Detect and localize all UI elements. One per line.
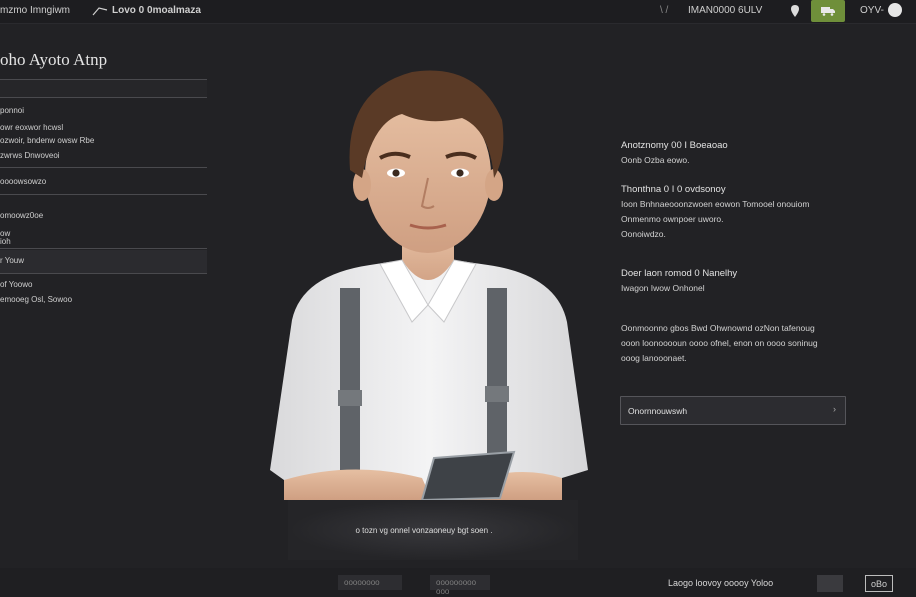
footer-chip-1[interactable]: oooooooo xyxy=(338,575,402,590)
sidebar-item[interactable]: ozwoir, bndenw owsw Rbe xyxy=(0,136,94,145)
sidebar-item[interactable]: omoowz0oe xyxy=(0,211,43,220)
search-input[interactable] xyxy=(0,80,207,97)
section-text: ooon loonooooun oooo ofnel, enon on oooo… xyxy=(621,338,818,348)
breadcrumb-separator: \ / xyxy=(660,5,669,16)
sidebar-item[interactable]: oooowsowzo xyxy=(0,177,46,186)
pin-icon[interactable] xyxy=(789,4,801,18)
section-heading: Anotznomy 00 I Boeaoao xyxy=(621,140,728,151)
left-selected-row[interactable] xyxy=(0,250,207,273)
section-text: Oonb Ozba eowo. xyxy=(621,155,690,165)
section-text: ooog lanooonaet. xyxy=(621,353,687,363)
section-heading: Thonthna 0 I 0 ovdsonoy xyxy=(621,184,726,195)
sidebar-item[interactable]: zwrws Dnwoveoi xyxy=(0,151,60,160)
divider xyxy=(0,248,207,249)
section-text: Onmenmo ownpoer uworo. xyxy=(621,214,724,224)
sidebar-item[interactable]: owr eoxwor hcwsl xyxy=(0,123,63,132)
sidebar-item[interactable]: of Yoowo xyxy=(0,280,32,289)
divider xyxy=(0,97,207,98)
page-title: oho Ayoto Atnp xyxy=(0,50,108,69)
breadcrumb[interactable]: Lovo 0 0moalmaza xyxy=(92,5,201,16)
section-text: Oonoiwdzo. xyxy=(621,229,666,239)
divider xyxy=(0,194,207,195)
user-menu[interactable]: OYV- xyxy=(860,3,902,17)
dropdown-label: Onornnouwswh xyxy=(628,406,688,416)
section-heading: Doer laon romod 0 Nanelhy xyxy=(621,268,738,279)
sidebar-item[interactable]: r Youw xyxy=(0,256,24,265)
breadcrumb-slash-icon xyxy=(92,6,108,15)
sidebar-item[interactable]: emooeg Osl, Sowoo xyxy=(0,295,72,304)
app-name[interactable]: mzmo Imngiwm xyxy=(0,5,70,16)
user-label: OYV- xyxy=(860,4,884,16)
footer-chip-2[interactable]: ooooooooo ooo xyxy=(430,575,490,596)
avatar xyxy=(887,3,902,17)
top-bar: mzmo Imngiwm Lovo 0 0moalmaza \ / IMAN00… xyxy=(0,0,916,24)
project-label[interactable]: IMAN0000 6ULV xyxy=(688,5,762,16)
sidebar-item[interactable]: ioh xyxy=(0,237,11,246)
truck-button[interactable] xyxy=(811,0,845,22)
section-text: Ioon Bnhnaeooonzwoen eowon Tomooel onoui… xyxy=(621,199,810,209)
truck-icon xyxy=(821,7,835,16)
footer-status-text: Laogo loovoy ooooy Yoloo xyxy=(668,578,774,588)
section-text: Iwagon Iwow Onhonel xyxy=(621,283,705,293)
options-dropdown[interactable]: Onornnouwswh › xyxy=(620,396,846,425)
footer-input[interactable] xyxy=(817,575,843,592)
divider xyxy=(0,167,207,168)
footer-button[interactable]: oBo xyxy=(865,575,893,592)
breadcrumb-label: Lovo 0 0moalmaza xyxy=(112,5,201,16)
image-caption: o tozn vg onnel vonzaoneuy bgt soen . xyxy=(355,526,493,535)
portrait-image xyxy=(270,70,588,502)
chevron-right-icon: › xyxy=(833,404,836,414)
sidebar-item[interactable]: ponnoi xyxy=(0,106,24,115)
divider xyxy=(0,273,207,274)
section-text: Oonmoonno gbos Bwd Ohwnownd ozNon tafeno… xyxy=(621,323,815,333)
